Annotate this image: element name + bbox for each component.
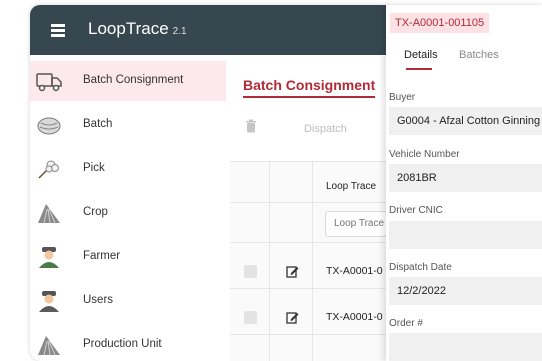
edit-icon[interactable]: [286, 265, 299, 278]
sidebar-item-crop[interactable]: Crop: [30, 193, 226, 233]
vehicle-number-value: 2081BR: [397, 172, 437, 184]
production-unit-icon: [38, 336, 60, 356]
sidebar-item-pick[interactable]: Pick: [30, 149, 226, 189]
edit-icon[interactable]: [286, 311, 299, 324]
crop-field-icon: [38, 204, 60, 224]
sidebar-item-label: Users: [83, 294, 114, 306]
sidebar-item-label: Batch Consignment: [83, 74, 184, 86]
user-icon: [39, 291, 59, 312]
sidebar-item-label: Pick: [83, 162, 105, 174]
loop-trace-filter-input[interactable]: [326, 212, 386, 234]
table-row[interactable]: TX-A0001-0: [326, 265, 383, 277]
vehicle-number-label: Vehicle Number: [389, 149, 460, 160]
delete-button[interactable]: [242, 119, 260, 137]
menu-icon[interactable]: [51, 24, 65, 39]
page-title: Batch Consignment: [243, 77, 376, 98]
farmer-icon: [39, 247, 59, 268]
sidebar-item-batch[interactable]: Batch: [30, 105, 226, 145]
app-version: 2.1: [172, 26, 187, 37]
sidebar-item-label: Production Unit: [83, 338, 162, 350]
data-table: Loop Trace TX-A0001-0 TX-A0001-0: [230, 161, 387, 361]
dispatch-date-field[interactable]: 12/2/2022: [389, 277, 542, 305]
sidebar-item-label: Crop: [83, 206, 108, 218]
tab-batches[interactable]: Batches: [459, 49, 499, 61]
sidebar-item-label: Batch: [83, 118, 113, 130]
vehicle-number-field[interactable]: 2081BR: [389, 164, 542, 192]
order-number-field[interactable]: [389, 333, 542, 361]
driver-cnic-field[interactable]: [389, 221, 542, 249]
sidebar-item-batch-consignment[interactable]: Batch Consignment: [30, 61, 226, 101]
active-tab-indicator: [406, 68, 432, 70]
main-content: Batch Consignment Dispatch Loop Trace Lo…: [230, 55, 387, 361]
tab-details[interactable]: Details: [404, 49, 438, 61]
sidebar-item-users[interactable]: Users: [30, 281, 226, 321]
dispatch-date-label: Dispatch Date: [389, 262, 452, 273]
buyer-value: G0004 - Afzal Cotton Ginning: [397, 115, 541, 127]
loop-trace-filter-field[interactable]: [325, 211, 387, 237]
buyer-field[interactable]: G0004 - Afzal Cotton Ginning: [389, 107, 542, 135]
cotton-bale-icon: [37, 117, 61, 135]
sidebar-item-farmer[interactable]: Farmer: [30, 237, 226, 277]
record-id-badge: TX-A0001-001105: [390, 13, 490, 33]
buyer-label: Buyer: [389, 92, 416, 103]
sidebar-item-production-unit[interactable]: Production Unit: [30, 325, 226, 361]
order-number-label: Order #: [389, 318, 423, 329]
sidebar: Batch Consignment Batch Pick Crop Farmer…: [30, 55, 230, 361]
app-title: LoopTrace 2.1: [88, 19, 187, 39]
cotton-flower-icon: [38, 160, 59, 179]
app-window: LoopTrace 2.1 Batch Consignment Batch Pi…: [30, 5, 542, 361]
column-header-loop-trace[interactable]: Loop Trace: [326, 181, 376, 192]
truck-icon: [36, 73, 62, 92]
row-checkbox[interactable]: [244, 311, 257, 324]
detail-panel: TX-A0001-001105 Details Batches Buyer G0…: [386, 5, 542, 361]
dispatch-button[interactable]: Dispatch: [304, 123, 347, 135]
row-checkbox[interactable]: [244, 265, 257, 278]
sidebar-item-label: Farmer: [83, 250, 121, 262]
table-row[interactable]: TX-A0001-0: [326, 311, 383, 323]
driver-cnic-label: Driver CNIC: [389, 205, 443, 216]
dispatch-date-value: 12/2/2022: [397, 285, 446, 297]
app-name: LoopTrace: [88, 19, 169, 38]
trash-icon: [246, 119, 256, 133]
